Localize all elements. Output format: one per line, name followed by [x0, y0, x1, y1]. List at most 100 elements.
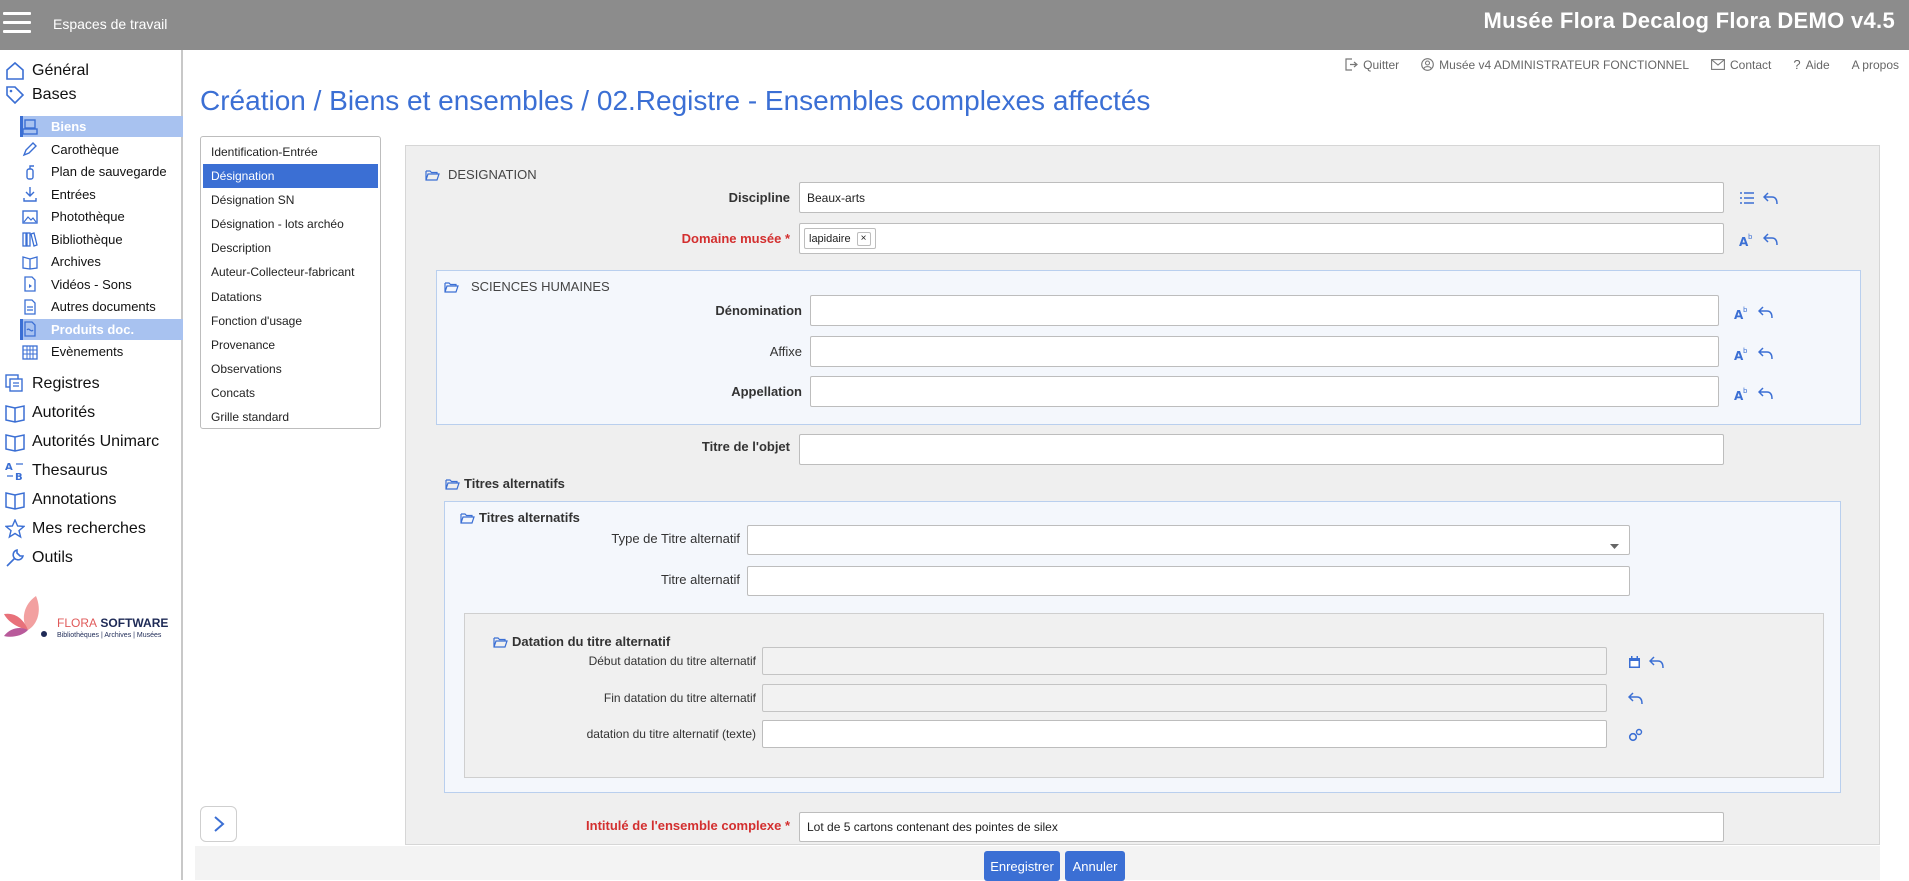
- titre-objet-field[interactable]: [799, 434, 1724, 465]
- sidebar-item-general[interactable]: Général: [0, 57, 183, 84]
- page-title: Création / Biens et ensembles / 02.Regis…: [200, 85, 1151, 116]
- sidebar-item-autorites-unimarc[interactable]: Autorités Unimarc: [0, 428, 183, 455]
- appellation-field[interactable]: [810, 376, 1719, 407]
- type-titre-alt-label: Type de Titre alternatif: [611, 531, 740, 546]
- sidebar-item-registres[interactable]: Registres: [0, 370, 183, 397]
- help-icon: ?: [1793, 57, 1801, 72]
- list-icon[interactable]: [1739, 192, 1755, 204]
- fin-datation-label: Fin datation du titre alternatif: [603, 691, 756, 705]
- text-format-icon[interactable]: Ab: [1734, 305, 1750, 320]
- designation-section-title: DESIGNATION: [448, 167, 537, 182]
- media-file-icon: [20, 275, 40, 293]
- tab-observations[interactable]: Observations: [203, 357, 378, 381]
- undo-icon[interactable]: [1763, 192, 1778, 205]
- flora-brand-a: FLORA: [57, 616, 98, 630]
- discipline-field[interactable]: Beaux-arts: [799, 182, 1724, 213]
- intitule-ensemble-field[interactable]: Lot de 5 cartons contenant des pointes d…: [799, 812, 1724, 842]
- dropdown-caret-icon: [1610, 538, 1619, 552]
- undo-icon[interactable]: [1763, 233, 1778, 246]
- tab-identification-entree[interactable]: Identification-Entrée: [203, 140, 378, 164]
- sidebar-item-videos-sons[interactable]: Vidéos - Sons: [20, 274, 183, 295]
- cancel-button[interactable]: Annuler: [1065, 851, 1125, 881]
- sidebar-item-label: Bibliothèque: [51, 231, 123, 247]
- calendar-icon: [20, 343, 40, 361]
- hamburger-menu-icon[interactable]: [3, 12, 31, 36]
- quit-link[interactable]: Quitter: [1345, 57, 1399, 72]
- titre-alt-field[interactable]: [747, 566, 1630, 596]
- sidebar-item-bases[interactable]: Bases: [0, 81, 183, 108]
- calendar-icon[interactable]: [1628, 656, 1641, 669]
- sidebar-item-annotations[interactable]: Annotations: [0, 486, 183, 513]
- svg-text:b: b: [1743, 347, 1748, 355]
- type-titre-alt-select[interactable]: [747, 525, 1630, 555]
- tab-auteur-collecteur-fabricant[interactable]: Auteur-Collecteur-fabricant: [203, 260, 378, 284]
- designation-section-header[interactable]: DESIGNATION: [425, 167, 537, 182]
- extinguisher-icon: [20, 163, 40, 181]
- flora-tagline: Bibliothèques | Archives | Musées: [57, 632, 162, 639]
- sidebar-item-evenements[interactable]: Evènements: [20, 341, 183, 362]
- undo-icon[interactable]: [1628, 692, 1643, 705]
- chip-remove-icon[interactable]: ×: [856, 231, 871, 246]
- sidebar-item-phototheque[interactable]: Photothèque: [20, 206, 183, 227]
- tab-designation-lots-archeo[interactable]: Désignation - lots archéo: [203, 212, 378, 236]
- registers-icon: [2, 373, 28, 395]
- sidebar-item-biens[interactable]: Biens: [20, 116, 183, 137]
- tab-fonction-usage[interactable]: Fonction d'usage: [203, 309, 378, 333]
- datation-texte-field[interactable]: [762, 720, 1607, 748]
- sciences-humaines-header[interactable]: SCIENCES HUMAINES: [444, 279, 610, 294]
- sidebar-item-plan-sauvegarde[interactable]: Plan de sauvegarde: [20, 161, 183, 182]
- contact-link[interactable]: Contact: [1711, 57, 1771, 72]
- sidebar-item-produits-doc[interactable]: Produits doc.: [20, 318, 183, 340]
- tab-provenance[interactable]: Provenance: [203, 333, 378, 357]
- sidebar-item-autorites[interactable]: Autorités: [0, 399, 183, 426]
- text-format-icon[interactable]: Ab: [1734, 346, 1750, 361]
- titres-alternatifs-title: Titres alternatifs: [464, 476, 565, 491]
- sidebar-item-label: Entrées: [51, 186, 96, 202]
- svg-text:b: b: [1743, 306, 1748, 314]
- save-button[interactable]: Enregistrer: [984, 851, 1060, 881]
- denomination-field[interactable]: [810, 295, 1719, 326]
- sidebar-item-autres-documents[interactable]: Autres documents: [20, 296, 183, 317]
- sciences-humaines-title: SCIENCES HUMAINES: [471, 279, 610, 294]
- sidebar-item-entrees[interactable]: Entrées: [20, 184, 183, 205]
- text-format-icon[interactable]: Ab: [1739, 232, 1755, 247]
- sidebar-item-outils[interactable]: Outils: [0, 544, 183, 571]
- about-link[interactable]: A propos: [1852, 57, 1899, 72]
- intitule-ensemble-label: Intitulé de l'ensemble complexe *: [467, 818, 790, 833]
- titres-alternatifs-inner-header[interactable]: Titres alternatifs: [460, 510, 580, 525]
- sidebar-item-thesaurus[interactable]: AB Thesaurus: [0, 457, 183, 484]
- workspaces-link[interactable]: Espaces de travail: [53, 16, 167, 32]
- sidebar-item-carotheque[interactable]: Carothèque: [20, 139, 183, 160]
- svg-text:b: b: [1743, 387, 1748, 395]
- sciences-humaines-box: SCIENCES HUMAINES Dénomination Ab Affixe…: [436, 270, 1861, 425]
- folder-open-icon: [460, 512, 475, 524]
- tab-concats[interactable]: Concats: [203, 381, 378, 405]
- affixe-field[interactable]: [810, 336, 1719, 367]
- sidebar-item-bibliotheque[interactable]: Bibliothèque: [20, 229, 183, 250]
- fin-datation-field[interactable]: [762, 684, 1607, 712]
- about-label: A propos: [1851, 57, 1899, 72]
- tab-grille-standard[interactable]: Grille standard: [203, 405, 378, 429]
- titres-alternatifs-header[interactable]: Titres alternatifs: [445, 476, 565, 491]
- sidebar-item-mes-recherches[interactable]: Mes recherches: [0, 515, 183, 542]
- undo-icon[interactable]: [1758, 347, 1773, 360]
- sidebar-item-archives[interactable]: Archives: [20, 251, 183, 272]
- undo-icon[interactable]: [1758, 306, 1773, 319]
- undo-icon[interactable]: [1649, 656, 1664, 669]
- form-scroll-area: DESIGNATION Discipline Beaux-arts Domain…: [407, 147, 1878, 844]
- tab-designation[interactable]: Désignation: [203, 164, 378, 189]
- user-link[interactable]: Musée v4 ADMINISTRATEUR FONCTIONNEL: [1421, 57, 1689, 72]
- tab-description[interactable]: Description: [203, 236, 378, 260]
- svg-text:B: B: [15, 472, 23, 482]
- text-format-icon[interactable]: Ab: [1734, 386, 1750, 401]
- books-icon: [20, 230, 40, 248]
- domaine-musee-field[interactable]: lapidaire ×: [799, 223, 1724, 254]
- undo-icon[interactable]: [1758, 387, 1773, 400]
- tab-datations[interactable]: Datations: [203, 285, 378, 309]
- datation-header[interactable]: Datation du titre alternatif: [493, 634, 670, 649]
- gears-icon[interactable]: [1628, 728, 1643, 742]
- help-link[interactable]: ? Aide: [1793, 57, 1829, 72]
- expand-panel-button[interactable]: [200, 806, 237, 842]
- debut-datation-field[interactable]: [762, 647, 1607, 675]
- tab-designation-sn[interactable]: Désignation SN: [203, 188, 378, 212]
